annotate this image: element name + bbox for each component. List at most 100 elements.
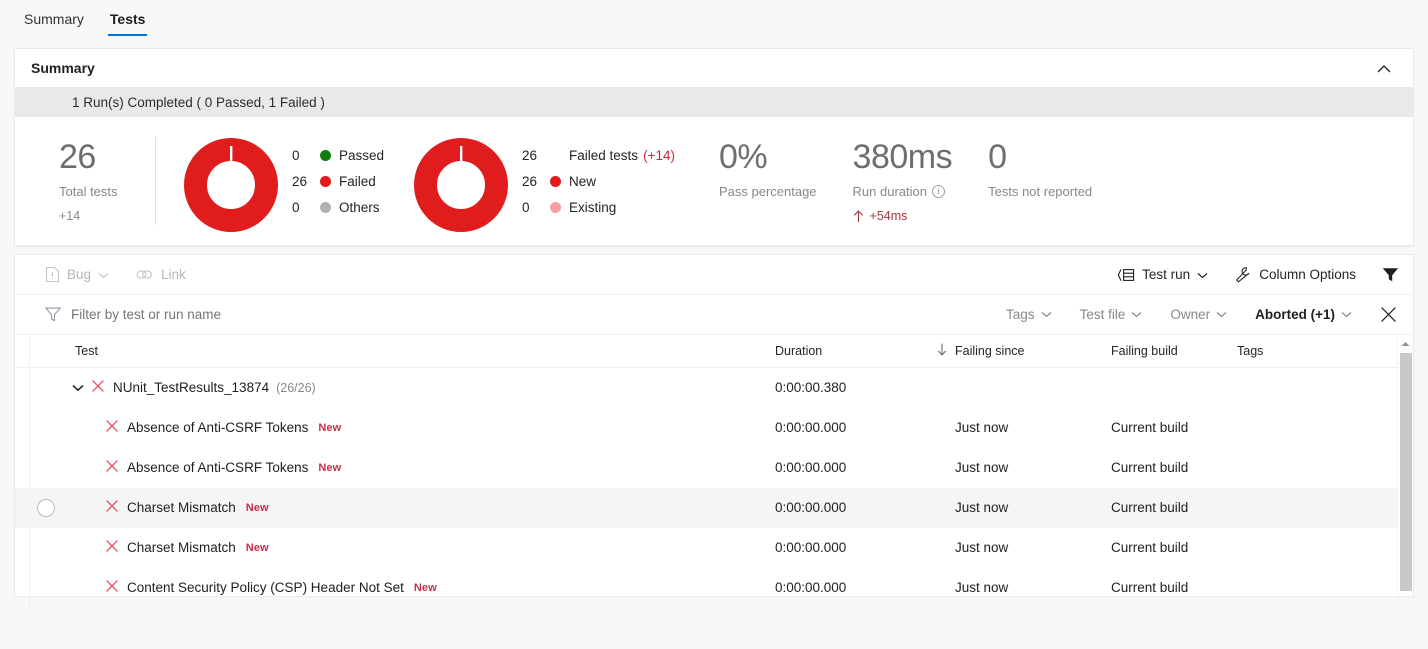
grid-body: NUnit_TestResults_13874 (26/26) 0:00:00.… [15,368,1413,608]
table-row[interactable]: Absence of Anti-CSRF Tokens New 0:00:00.… [15,448,1413,488]
legend-others-label: Others [339,199,380,215]
stat-total-tests: 26 Total tests +14 [15,135,155,223]
failed-tests-count: 26 [522,147,538,163]
tab-tests-label: Tests [109,11,146,27]
legend-new-label: New [569,173,597,189]
test-name-cell: Charset Mismatch New [29,498,775,517]
column-header-failing-since[interactable]: Failing since [937,343,1111,359]
test-run-grouping-button[interactable]: Test run [1117,267,1208,282]
failed-tests-label: Failed tests [569,147,639,163]
failed-x-icon [105,539,119,556]
filter-tags-label: Tags [1006,307,1035,322]
chevron-down-icon [1216,312,1227,318]
legend-existing-label: Existing [569,199,617,215]
cell-failing-since: Just now [955,460,1009,475]
search-input[interactable]: Filter by test or run name [45,307,978,322]
status-badge: New [245,541,269,554]
failed-dot-icon [320,175,331,187]
legend-item-new: 26 New [522,168,675,194]
test-run-name: NUnit_TestResults_13874 [113,380,270,395]
chevron-down-icon[interactable] [1197,267,1208,282]
column-header-test-label: Test [75,344,98,358]
table-row[interactable]: Charset Mismatch New 0:00:00.000 Just no… [15,528,1413,568]
table-row[interactable]: Content Security Policy (CSP) Header Not… [15,568,1413,608]
column-header-failing-build-label: Failing build [1111,344,1178,358]
column-options-button[interactable]: Column Options [1234,266,1356,284]
outcome-donut-group: 0 Passed 26 Failed 0 Others [184,135,384,237]
legend-existing-count: 0 [522,199,530,215]
filter-bar: Filter by test or run name Tags Test fil… [15,295,1413,335]
outcome-legend: 0 Passed 26 Failed 0 Others [292,142,384,220]
legend-failed-label: Failed [339,173,376,189]
new-dot-icon [550,175,562,187]
filter-outcome-dropdown[interactable]: Aborted (+1) [1255,307,1352,322]
chevron-down-icon[interactable] [98,267,109,282]
link-button[interactable]: Link [135,267,186,282]
chevron-up-icon[interactable] [1369,53,1399,83]
pass-percentage-label: Pass percentage [718,184,817,199]
pass-percentage-value: 0% [718,138,768,176]
test-name-cell: Absence of Anti-CSRF Tokens New [29,459,775,476]
total-tests-value: 26 [59,138,96,176]
test-name: Absence of Anti-CSRF Tokens [127,420,309,435]
group-rows-icon [1117,268,1135,281]
bug-button-label: Bug [67,267,92,282]
chevron-down-icon [1131,312,1142,318]
scrollbar-thumb[interactable] [1400,353,1412,591]
test-name: Charset Mismatch [127,540,236,555]
failed-x-icon [91,379,105,396]
run-duration-value: 380ms [852,138,953,176]
close-filter-button[interactable] [1380,306,1397,323]
summary-card: Summary 1 Run(s) Completed ( 0 Passed, 1… [14,48,1414,246]
filter-test-file-label: Test file [1079,307,1126,322]
column-header-failing-build[interactable]: Failing build [1111,344,1237,358]
filter-tags-dropdown[interactable]: Tags [1006,307,1052,322]
legend-item-failed: 26 Failed [292,168,384,194]
status-badge: New [318,461,342,474]
total-tests-delta: +14 [59,209,81,223]
search-input-placeholder: Filter by test or run name [71,307,222,322]
test-run-group-cell: NUnit_TestResults_13874 (26/26) [29,379,775,396]
summary-stats: 26 Total tests +14 0 Passed 26 Failed 0 … [15,117,1413,245]
cell-duration: 0:00:00.000 [775,580,847,595]
cell-failing-since: Just now [955,540,1009,555]
filter-owner-label: Owner [1170,307,1211,322]
info-icon[interactable]: i [932,185,945,198]
others-dot-icon [320,201,331,213]
failed-x-icon [105,499,119,516]
test-name: Absence of Anti-CSRF Tokens [127,460,309,475]
column-options-label: Column Options [1259,267,1356,282]
tab-summary[interactable]: Summary [14,8,94,40]
scroll-up-arrow-icon[interactable] [1398,336,1413,352]
table-row[interactable]: NUnit_TestResults_13874 (26/26) 0:00:00.… [15,368,1413,408]
failed-tests-heading: 26 Failed tests (+14) [522,142,675,168]
column-header-tags[interactable]: Tags [1237,344,1337,358]
table-row[interactable]: Absence of Anti-CSRF Tokens New 0:00:00.… [15,408,1413,448]
failed-donut-group: 26 Failed tests (+14) 26 New 0 Existing [414,135,675,237]
bug-button[interactable]: Bug [45,266,109,283]
filter-owner-dropdown[interactable]: Owner [1170,307,1227,322]
run-duration-label: Run duration [852,184,927,199]
test-name-cell: Content Security Policy (CSP) Header Not… [29,579,775,596]
wrench-icon [1236,266,1250,283]
cell-duration: 0:00:00.000 [775,460,847,475]
filter-test-file-dropdown[interactable]: Test file [1080,307,1143,322]
chevron-down-icon [1041,312,1051,318]
column-header-failing-since-label: Failing since [955,344,1025,358]
chevron-down-icon[interactable] [69,384,87,392]
arrow-up-icon [853,209,863,222]
filter-toggle-button[interactable] [1382,267,1399,282]
column-header-duration[interactable]: Duration [775,344,955,358]
pass-percentage-label-row: Pass percentage [719,183,817,200]
status-badge: New [413,581,437,594]
column-header-test[interactable]: Test [29,344,775,358]
vertical-scrollbar[interactable] [1397,336,1413,596]
summary-card-header: Summary [15,49,1413,87]
cell-failing-build: Current build [1111,580,1189,595]
run-duration-trend-value: +54ms [869,209,908,223]
tab-tests[interactable]: Tests [100,8,156,40]
test-name-cell: Absence of Anti-CSRF Tokens New [29,419,775,436]
row-select-radio[interactable] [37,498,55,517]
legend-failed-count: 26 [292,173,308,189]
table-row[interactable]: Charset Mismatch New 0:00:00.000 Just no… [15,488,1413,528]
